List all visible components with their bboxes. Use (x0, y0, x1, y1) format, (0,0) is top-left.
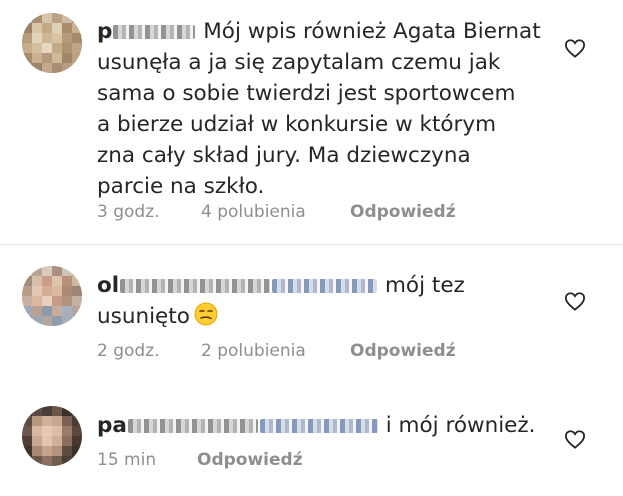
username[interactable]: p (97, 19, 112, 44)
heart-outline-icon[interactable] (564, 291, 586, 311)
comment-text: ol mój tez usunięto (97, 273, 465, 329)
comment-item: pa i mój również. 15 min Odpowiedź (0, 384, 623, 496)
avatar[interactable] (22, 406, 82, 466)
likes-count[interactable]: 4 polubienia (201, 202, 306, 222)
smirk-emoji-icon (194, 302, 218, 326)
comment-time: 15 min (97, 450, 157, 470)
username[interactable]: pa (97, 413, 127, 438)
comment-text: p Mój wpis również Agata Biernat usunęła… (97, 19, 541, 199)
likes-count[interactable]: 2 polubienia (201, 341, 306, 361)
reply-button[interactable]: Odpowiedź (197, 450, 303, 470)
blurred-username (113, 25, 196, 39)
reply-button[interactable]: Odpowiedź (350, 341, 456, 361)
heart-outline-icon[interactable] (564, 38, 586, 58)
username[interactable]: ol (97, 273, 119, 298)
comment-item: p Mój wpis również Agata Biernat usunęła… (0, 0, 623, 244)
comment-time: 3 godz. (97, 202, 160, 222)
blurred-username (127, 419, 258, 433)
blurred-username (259, 419, 378, 433)
reply-button[interactable]: Odpowiedź (350, 202, 456, 222)
comment-time: 2 godz. (97, 341, 160, 361)
heart-outline-icon[interactable] (564, 429, 586, 449)
avatar[interactable] (22, 266, 82, 326)
blurred-username (120, 279, 271, 293)
blurred-username (272, 279, 378, 293)
comment-item: ol mój tez usunięto 2 godz. 2 polubienia… (0, 244, 623, 384)
comment-text: pa i mój również. (97, 413, 536, 438)
avatar[interactable] (22, 13, 82, 73)
